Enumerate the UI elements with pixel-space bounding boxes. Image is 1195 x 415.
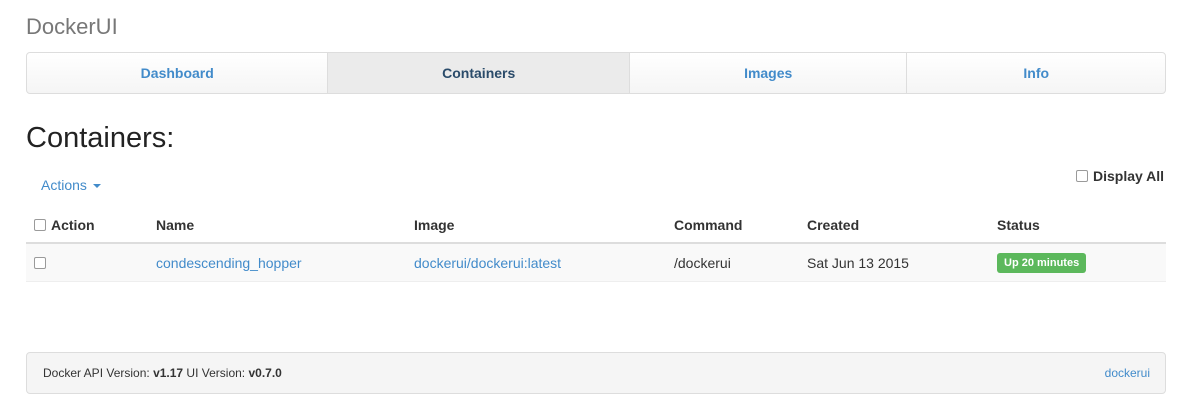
footer-versions: Docker API Version: v1.17 UI Version: v0… [43,353,282,393]
nav-images[interactable]: Images [630,53,908,93]
container-name-link[interactable]: condescending_hopper [156,244,302,281]
ui-version-label: UI Version: [183,366,249,380]
api-version-value: v1.17 [153,366,184,380]
header-status: Status [997,217,1040,233]
caret-down-icon [92,184,101,188]
footer: Docker API Version: v1.17 UI Version: v0… [26,352,1166,394]
actions-label: Actions [41,177,87,193]
select-all-checkbox[interactable] [34,219,46,231]
actions-dropdown[interactable]: Actions [41,177,101,193]
container-command: /dockerui [674,254,731,271]
nav-dashboard[interactable]: Dashboard [27,53,329,93]
table-header: Action Name Image Command Created Status [26,206,1166,244]
nav-info[interactable]: Info [907,53,1165,93]
main-nav: Dashboard Containers Images Info [26,52,1166,94]
row-checkbox[interactable] [34,256,46,269]
status-badge: Up 20 minutes [997,252,1087,273]
nav-containers[interactable]: Containers [328,53,630,93]
header-action-label: Action [51,217,95,233]
row-select [34,244,46,281]
brand-title: DockerUI [26,14,118,39]
api-version-label: Docker API Version: [43,366,154,380]
table-row: condescending_hopper dockerui/dockerui:l… [26,244,1166,282]
status-cell: Up 20 minutes [997,244,1087,281]
footer-dockerui-link[interactable]: dockerui [1105,353,1150,393]
display-all-label: Display All [1093,168,1165,184]
header-name: Name [156,217,195,233]
container-image-link[interactable]: dockerui/dockerui:latest [414,244,561,281]
ui-version-value: v0.7.0 [248,366,282,380]
header-action: Action [34,206,95,242]
display-all-toggle: Display All [1076,168,1164,184]
header-image: Image [414,217,455,233]
container-created: Sat Jun 13 2015 [807,254,909,271]
display-all-checkbox[interactable] [1076,170,1088,182]
header-created: Created [807,217,860,233]
containers-table: Action Name Image Command Created Status… [26,206,1166,282]
header-command: Command [674,217,743,233]
page-title: Containers: [26,122,175,154]
